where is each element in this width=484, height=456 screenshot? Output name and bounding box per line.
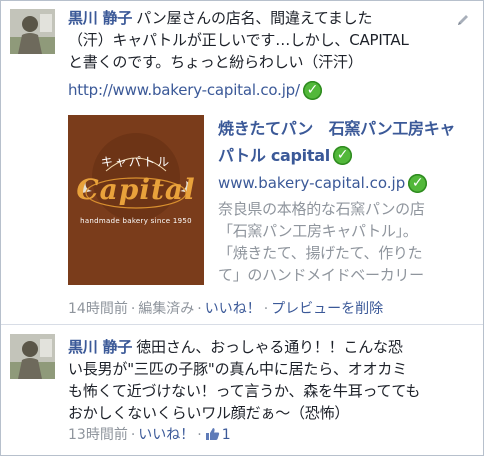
comment-text-line: い長男が"三匹の子豚"の真ん中に居たら、オオカミ	[68, 360, 408, 378]
edited-label[interactable]: 編集済み	[138, 301, 194, 317]
preview-domain: www.bakery-capital.co.jp	[218, 174, 406, 192]
preview-description: 奈良県の本格的な石窯パンの店 「石窯パン工房キャパトル」。 「焼きたて、揚げたて…	[218, 198, 458, 286]
logo-tagline: handmade bakery since 1950	[80, 217, 192, 225]
remove-preview-link[interactable]: プレビューを削除	[271, 301, 383, 317]
comment-author-link[interactable]: 黒川 静子	[68, 9, 132, 27]
preview-description-line: 「焼きたて、揚げたて、作りた	[218, 244, 423, 262]
comment-2: 黒川 静子 徳田さん、おっしゃる通り！！こんな恐 い長男が"三匹の子豚"の真ん中に…	[1, 332, 483, 455]
preview-logo-image[interactable]: キャパトル Capital handmade bakery since 1950	[68, 115, 204, 285]
preview-title-line: パトル capital	[218, 146, 330, 165]
avatar[interactable]	[10, 9, 55, 54]
comment-body: 黒川 静子 徳田さん、おっしゃる通り！！こんな恐 い長男が"三匹の子豚"の真ん中に…	[68, 336, 471, 424]
avatar[interactable]	[10, 334, 55, 379]
like-count[interactable]: 1	[205, 427, 231, 443]
preview-title-line: 焼きたてパン 石窯パン工房キャ	[218, 119, 456, 138]
comment-thread: 黒川 静子 パン屋さんの店名、間違えてました （汗）キャパトルが正しいです…しかし…	[0, 0, 484, 456]
preview-text: 焼きたてパン 石窯パン工房キャ パトル capital ✓ www.bakery…	[218, 115, 458, 286]
verified-check-icon: ✓	[408, 173, 428, 193]
comment-text-line: おかしくないくらいワル顔だぁ～（恐怖）	[68, 404, 350, 422]
preview-description-line: 「石窯パン工房キャパトル」。	[218, 222, 418, 240]
comment-text-line: パン屋さんの店名、間違えてました	[136, 9, 373, 27]
comment-meta: 13時間前 · いいね！ · 1	[68, 427, 231, 443]
like-count-value: 1	[221, 427, 231, 443]
link-preview[interactable]: キャパトル Capital handmade bakery since 1950…	[68, 115, 458, 287]
comment-text-line: 徳田さん、おっしゃる通り！！こんな恐	[136, 338, 403, 356]
like-link[interactable]: いいね！	[138, 427, 194, 443]
comment-body: 黒川 静子 パン屋さんの店名、間違えてました （汗）キャパトルが正しいです…しかし…	[68, 7, 471, 101]
logo-wordmark: Capital	[76, 173, 196, 206]
comment-author-link[interactable]: 黒川 静子	[68, 338, 132, 356]
comment-text-line: も怖くて近づけない！って言うか、森を牛耳ってても	[68, 382, 421, 400]
comment-meta: 14時間前 · 編集済み · いいね！ · プレビューを削除	[68, 301, 384, 317]
comment-timestamp[interactable]: 14時間前	[68, 301, 128, 317]
logo-kana: キャパトル	[100, 155, 172, 169]
like-link[interactable]: いいね！	[205, 301, 261, 317]
thumbs-up-icon	[205, 428, 219, 440]
comment-timestamp[interactable]: 13時間前	[68, 427, 128, 443]
comment-divider	[1, 324, 483, 325]
comment-text-line: と書くのです。ちょっと紛らわしい（汗汗）	[68, 53, 363, 71]
comment-1: 黒川 静子 パン屋さんの店名、間違えてました （汗）キャパトルが正しいです…しかし…	[1, 1, 483, 323]
comment-url-link[interactable]: http://www.bakery-capital.co.jp/	[68, 79, 300, 101]
preview-description-line: 奈良県の本格的な石窯パンの店	[218, 200, 425, 218]
preview-title-link[interactable]: 焼きたてパン 石窯パン工房キャ パトル capital ✓	[218, 115, 458, 169]
preview-description-line: て」のハンドメイドベーカリー	[218, 266, 424, 284]
verified-check-icon: ✓	[332, 146, 352, 165]
comment-text-line: （汗）キャパトルが正しいです…しかし、CAPITAL	[68, 31, 409, 49]
verified-check-icon: ✓	[302, 80, 322, 100]
